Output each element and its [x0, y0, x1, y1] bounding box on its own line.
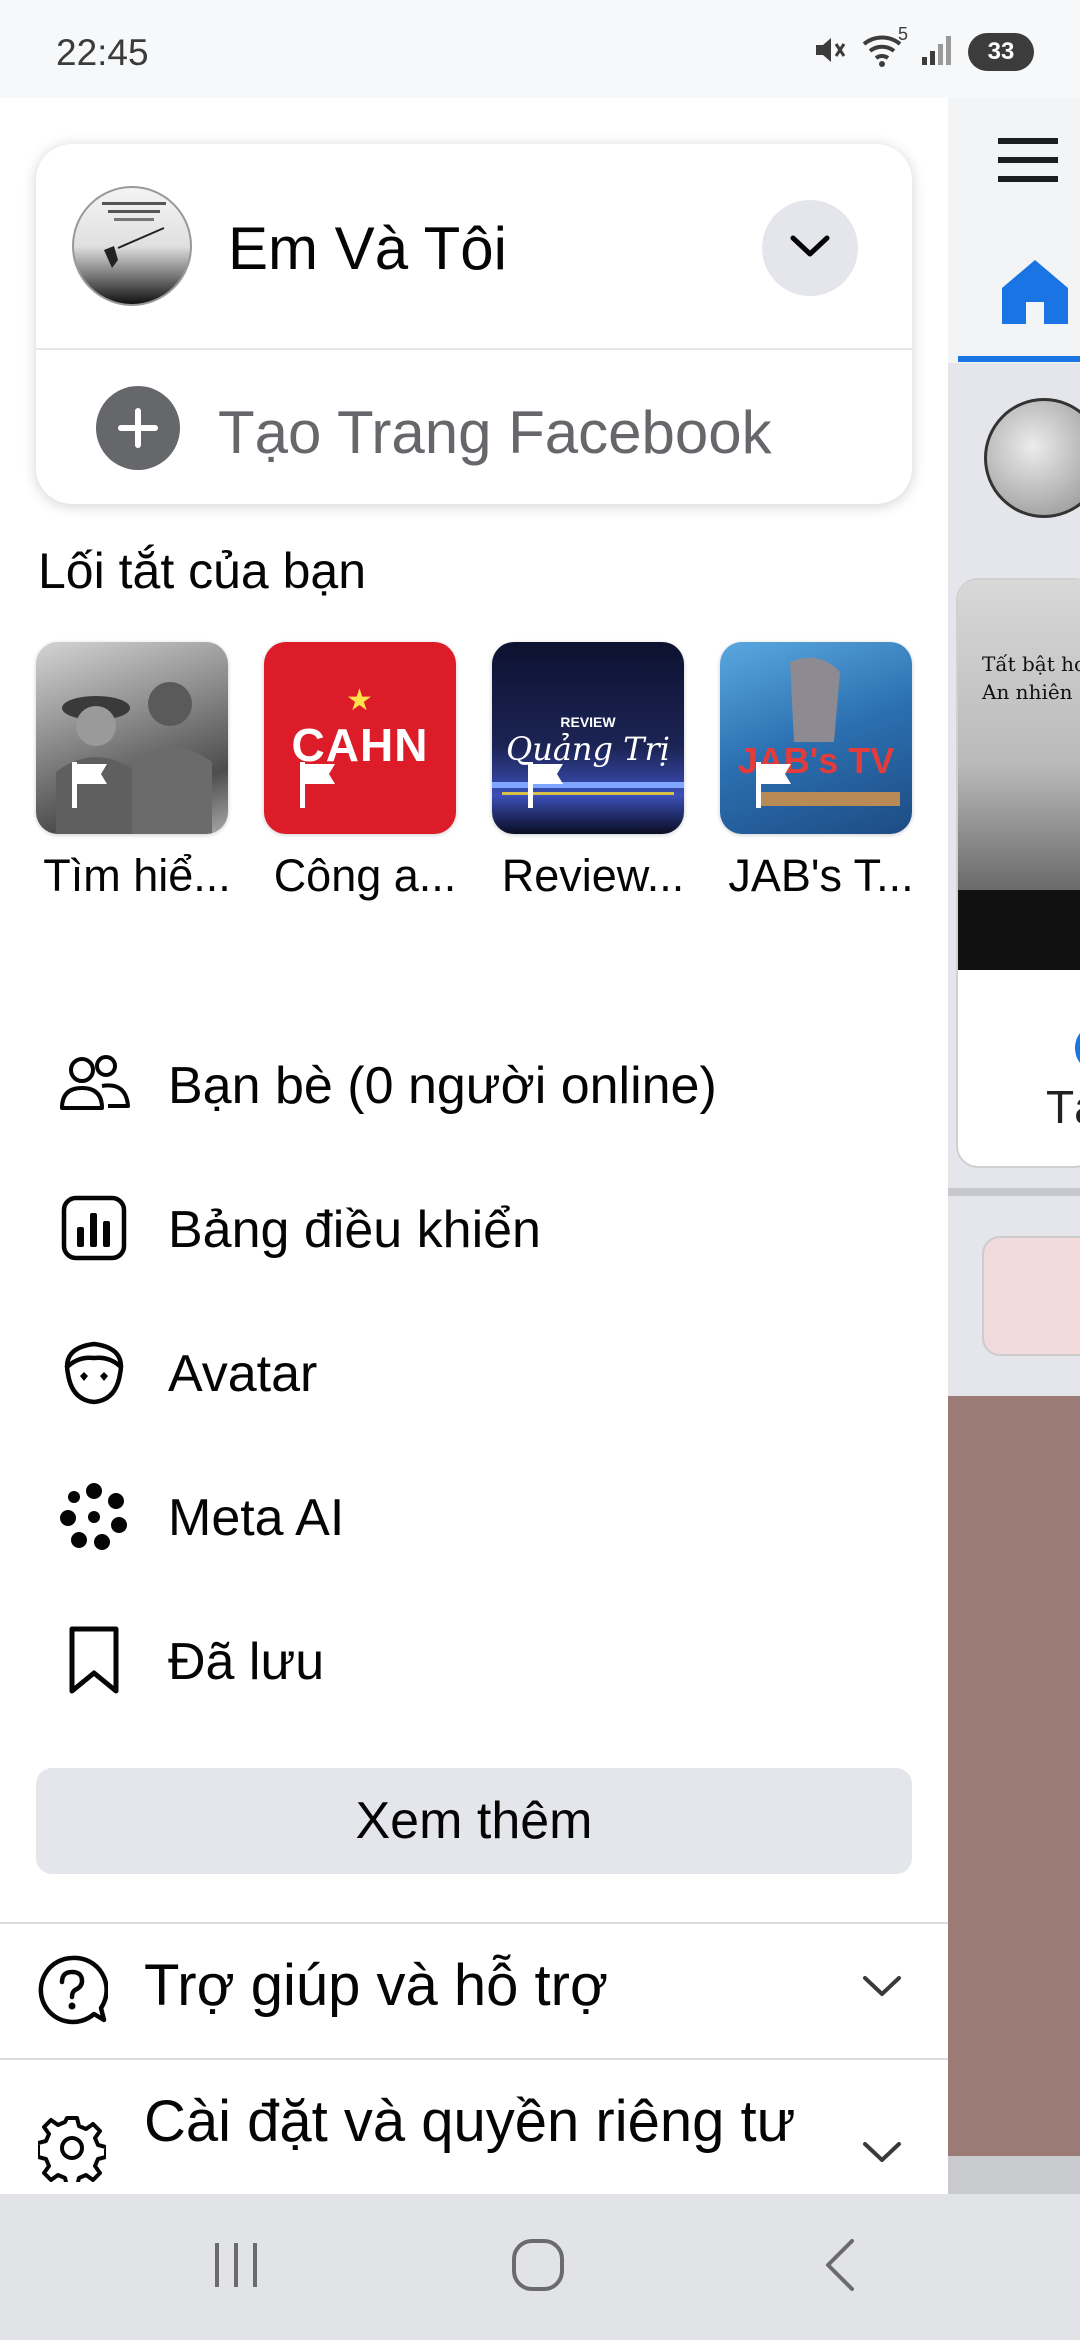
battery-icon: 33	[968, 33, 1034, 71]
bg-card-text: Tất bật ho An nhiên	[982, 650, 1080, 706]
profile-row[interactable]: Em Và Tôi	[36, 144, 912, 348]
recent-apps-icon	[211, 2239, 261, 2296]
profile-switch-button[interactable]	[762, 200, 858, 296]
battery-level: 33	[987, 38, 1015, 65]
shortcut-label: Review...	[501, 850, 685, 901]
shortcut-label: Công a...	[273, 850, 457, 901]
mute-icon	[812, 32, 848, 73]
plus-icon	[96, 386, 180, 470]
bg-card-dark	[958, 890, 1080, 970]
bg-card-label: Tạ	[1046, 1081, 1080, 1133]
chevron-down-icon	[862, 2140, 902, 2169]
shortcuts-title: Lối tắt của bạn	[38, 543, 367, 599]
settings-privacy-label: Cài đặt và quyền riêng tư	[144, 2089, 796, 2154]
shortcut-label: Tìm hiể...	[43, 850, 231, 901]
shortcut-thumb: JAB's TV	[720, 642, 912, 834]
wifi-icon: 5	[862, 24, 908, 73]
star-icon: ★	[346, 684, 373, 717]
bg-reel-thumb	[982, 1236, 1080, 1356]
shortcut-item[interactable]: JAB's TV JAB's T...	[720, 642, 914, 901]
see-more-button[interactable]: Xem thêm	[36, 1768, 912, 1874]
help-support-label: Trợ giúp và hỗ trợ	[144, 1953, 608, 2018]
shortcut-thumb	[36, 642, 228, 834]
bg-story-card: Tất bật ho An nhiên Tạ	[956, 578, 1080, 1168]
back-button[interactable]	[800, 2234, 880, 2300]
bg-tab-indicator	[958, 356, 1080, 362]
shortcut-thumb-text: CAHN	[291, 719, 429, 771]
home-button[interactable]	[498, 2234, 578, 2300]
gear-icon	[36, 2112, 108, 2184]
home-icon	[1000, 258, 1070, 329]
settings-privacy-section[interactable]: Cài đặt và quyền riêng tư	[0, 2060, 948, 2194]
chevron-down-icon	[790, 234, 830, 263]
menu-item-label: Bạn bè (0 người online)	[168, 1057, 717, 1115]
menu-item-saved[interactable]: Đã lưu	[0, 1594, 948, 1724]
shortcut-item[interactable]: REVIEW Quảng Trị Review...	[492, 642, 684, 901]
chevron-down-icon	[862, 1974, 902, 2003]
menu-item-avatar[interactable]: Avatar	[0, 1306, 948, 1436]
status-time: 22:45	[56, 32, 149, 73]
menu-item-friends[interactable]: Bạn bè (0 người online)	[0, 1018, 948, 1148]
dashboard-icon	[56, 1190, 132, 1266]
page-flag-icon	[72, 762, 110, 813]
shortcut-thumb: ★ CAHN	[264, 642, 456, 834]
recent-apps-button[interactable]	[196, 2234, 276, 2300]
shortcut-item[interactable]: ★ CAHN Công a...	[264, 642, 456, 901]
back-icon	[820, 2237, 860, 2298]
profile-card: Em Và Tôi Tạo Trang Facebook	[36, 144, 912, 504]
shortcut-thumb: REVIEW Quảng Trị	[492, 642, 684, 834]
profile-avatar[interactable]	[72, 186, 192, 306]
meta-ai-icon	[56, 1478, 132, 1554]
menu-drawer: Em Và Tôi Tạo Trang Facebook Lối tắt của…	[0, 98, 948, 2194]
profile-name: Em Và Tôi	[228, 215, 507, 282]
avatar-icon	[56, 1334, 132, 1410]
home-circle-icon	[510, 2237, 566, 2298]
create-page-label: Tạo Trang Facebook	[218, 399, 772, 466]
page-flag-icon	[300, 762, 338, 813]
status-bar: 22:45 5 33	[0, 0, 1080, 100]
menu-item-label: Avatar	[168, 1345, 318, 1403]
system-nav-bar	[0, 2194, 1080, 2340]
bg-card-add-icon	[1070, 1018, 1080, 1078]
menu-item-meta-ai[interactable]: Meta AI	[0, 1450, 948, 1580]
friends-icon	[56, 1046, 132, 1122]
help-icon	[36, 1954, 108, 2026]
hamburger-icon	[998, 134, 1058, 191]
create-page-button[interactable]: Tạo Trang Facebook	[36, 350, 912, 504]
menu-item-label: Đã lưu	[168, 1633, 325, 1691]
menu-item-label: Bảng điều khiển	[168, 1201, 541, 1259]
bg-post-image	[948, 1396, 1080, 2156]
status-icons: 5 33	[812, 24, 1034, 74]
shortcut-item[interactable]: Tìm hiể...	[36, 642, 231, 901]
bg-card-text-2: An nhiên	[982, 680, 1073, 704]
page-flag-icon	[756, 762, 794, 813]
bookmark-icon	[56, 1622, 132, 1698]
menu-item-dashboard[interactable]: Bảng điều khiển	[0, 1162, 948, 1292]
bg-card-image	[958, 580, 1080, 890]
bg-story-avatar	[984, 398, 1080, 518]
page-flag-icon	[528, 762, 566, 813]
help-support-section[interactable]: Trợ giúp và hỗ trợ	[0, 1924, 948, 2060]
shortcuts-list: Tìm hiể... ★ CAHN Công a... REVIEW Quảng…	[36, 642, 916, 901]
shortcut-thumb-text: JAB's TV	[737, 740, 895, 781]
bg-card-text-1: Tất bật ho	[982, 652, 1080, 676]
menu-item-label: Meta AI	[168, 1489, 345, 1547]
background-app-preview[interactable]: Tất bật ho An nhiên Tạ	[948, 98, 1080, 2194]
signal-icon	[920, 33, 954, 72]
shortcut-label: JAB's T...	[728, 850, 914, 901]
bg-divider	[948, 1188, 1080, 1196]
wifi-badge: 5	[897, 23, 908, 44]
bg-bottom	[948, 2156, 1080, 2194]
